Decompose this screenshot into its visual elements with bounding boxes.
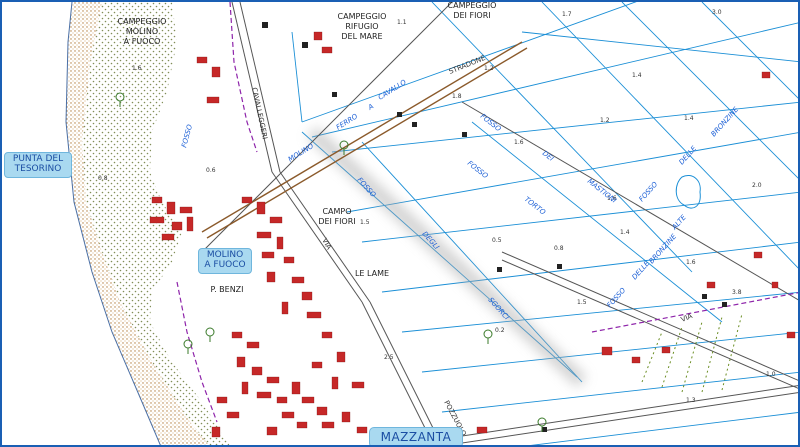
svg-text:1.6: 1.6 (686, 259, 696, 266)
locality-badge-punta-del-tesorino: PUNTA DEL TESORINO (4, 152, 72, 178)
svg-text:CAMPEGGIO: CAMPEGGIO (448, 2, 497, 10)
svg-text:DEI FIORI: DEI FIORI (318, 217, 355, 226)
svg-text:P. BENZI: P. BENZI (210, 285, 243, 294)
svg-text:1.2: 1.2 (600, 117, 610, 124)
svg-text:3.8: 3.8 (732, 289, 742, 296)
badge-text: MAZZANTA (380, 430, 452, 444)
svg-text:1.3: 1.3 (686, 397, 696, 404)
svg-text:1.0: 1.0 (766, 371, 776, 378)
locality-badge-mazzanta: MAZZANTA (369, 427, 463, 445)
svg-text:CAMPO: CAMPO (322, 207, 351, 216)
svg-text:0.5: 0.5 (492, 237, 502, 244)
svg-text:0.6: 0.6 (206, 167, 216, 174)
svg-text:2.0: 2.0 (752, 182, 762, 189)
svg-text:1.4: 1.4 (620, 229, 630, 236)
svg-text:1.4: 1.4 (632, 72, 642, 79)
locality-badge-molino-a-fuoco: MOLINO A FUOCO (198, 248, 252, 274)
svg-text:1.6: 1.6 (132, 65, 142, 72)
svg-text:MOLINO: MOLINO (126, 27, 158, 36)
svg-text:3.0: 3.0 (712, 9, 722, 16)
badge-line: A FUOCO (204, 259, 246, 270)
svg-text:DEI FIORI: DEI FIORI (453, 11, 490, 20)
svg-text:1.5: 1.5 (577, 299, 587, 306)
topographic-map[interactable]: 1.6 0.8 1.1 1.4 1.2 3.0 1.7 1.4 1.6 1.2 … (2, 2, 800, 447)
svg-text:1.5: 1.5 (360, 219, 370, 226)
svg-text:CAMPEGGIO: CAMPEGGIO (338, 12, 387, 21)
svg-text:1.2: 1.2 (484, 65, 494, 72)
svg-text:1.4: 1.4 (684, 115, 694, 122)
svg-text:DEL MARE: DEL MARE (341, 32, 382, 41)
svg-text:0.8: 0.8 (554, 245, 564, 252)
badge-line: TESORINO (14, 163, 62, 174)
svg-text:A FUOCO: A FUOCO (124, 37, 161, 46)
svg-text:0.2: 0.2 (495, 327, 505, 334)
svg-text:LE LAME: LE LAME (355, 269, 389, 278)
svg-text:CAMPEGGIO: CAMPEGGIO (118, 17, 167, 26)
svg-text:0.8: 0.8 (98, 175, 108, 182)
svg-text:1.6: 1.6 (514, 139, 524, 146)
svg-text:1.7: 1.7 (562, 11, 572, 18)
svg-text:RIFUGIO: RIFUGIO (345, 22, 378, 31)
svg-text:1.1: 1.1 (397, 19, 407, 26)
svg-text:1.8: 1.8 (452, 93, 462, 100)
map-frame: 1.6 0.8 1.1 1.4 1.2 3.0 1.7 1.4 1.6 1.2 … (0, 0, 800, 447)
svg-text:2.5: 2.5 (384, 354, 394, 361)
